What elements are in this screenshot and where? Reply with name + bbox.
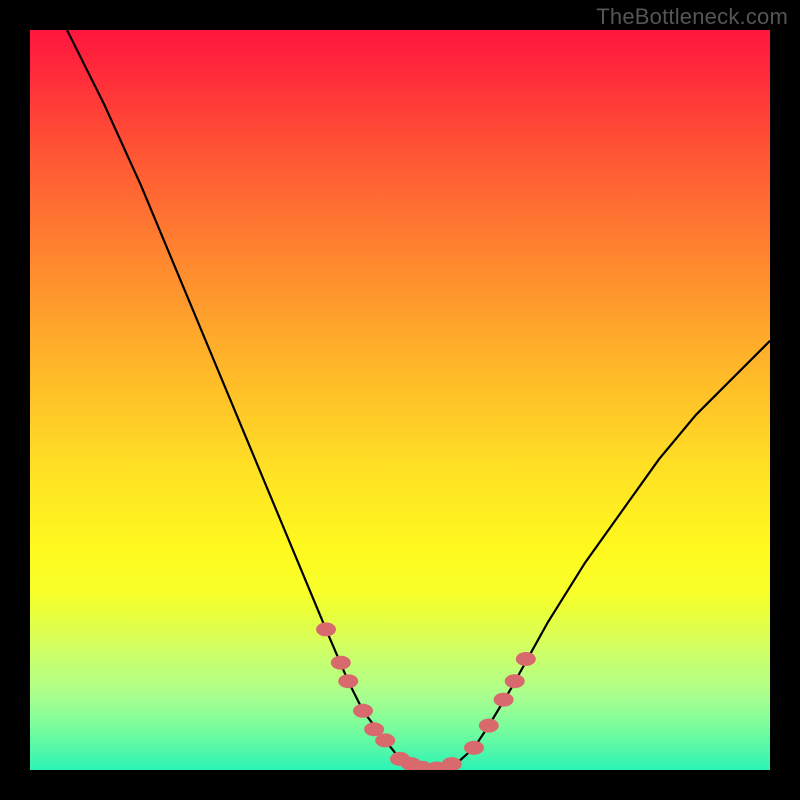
data-bead [505, 674, 525, 688]
data-beads [316, 622, 536, 770]
curve-right-branch [430, 341, 770, 770]
data-bead [494, 693, 514, 707]
watermark-text: TheBottleneck.com [596, 4, 788, 30]
data-bead [338, 674, 358, 688]
data-bead [464, 741, 484, 755]
data-bead [353, 704, 373, 718]
curve-left-branch [67, 30, 430, 770]
data-bead [442, 757, 462, 770]
data-bead [375, 733, 395, 747]
data-bead [516, 652, 536, 666]
chart-frame: TheBottleneck.com [0, 0, 800, 800]
data-bead [316, 622, 336, 636]
data-bead [331, 656, 351, 670]
chart-svg [30, 30, 770, 770]
data-bead [479, 719, 499, 733]
plot-area [30, 30, 770, 770]
